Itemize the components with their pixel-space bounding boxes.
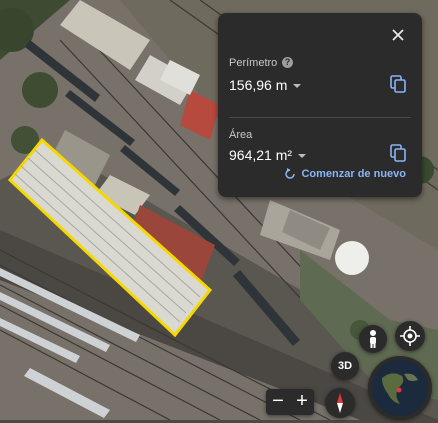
perimeter-value-text: 156,96 m: [229, 77, 288, 93]
help-icon[interactable]: ?: [282, 57, 293, 68]
area-value-text: 964,21 m²: [229, 147, 293, 163]
area-label: Área: [229, 129, 253, 141]
perimeter-label: Perímetro: [229, 57, 278, 69]
globe-button[interactable]: [368, 356, 432, 420]
globe-icon: [372, 360, 428, 416]
zoom-control: − +: [266, 389, 314, 415]
copy-icon[interactable]: [390, 75, 406, 93]
restart-button[interactable]: Comenzar de nuevo: [284, 168, 406, 180]
street-view-button[interactable]: [359, 325, 387, 353]
divider: [229, 117, 411, 118]
compass-icon: [337, 393, 343, 413]
zoom-out-button[interactable]: −: [266, 389, 290, 415]
measure-panel: Perímetro ? 156,96 m Área 964,21 m² Come…: [218, 13, 422, 197]
zoom-in-button[interactable]: +: [290, 389, 314, 415]
restart-icon: [285, 168, 296, 179]
pegman-icon: [370, 330, 376, 348]
restart-label: Comenzar de nuevo: [301, 168, 406, 180]
compass-button[interactable]: [325, 388, 355, 418]
chevron-down-icon[interactable]: [298, 154, 307, 159]
close-icon[interactable]: [388, 25, 408, 45]
locate-icon: [400, 326, 420, 346]
locate-button[interactable]: [395, 321, 425, 351]
chevron-down-icon[interactable]: [293, 84, 302, 89]
perimeter-value[interactable]: 156,96 m: [229, 77, 302, 93]
copy-icon[interactable]: [390, 144, 406, 162]
area-value[interactable]: 964,21 m²: [229, 147, 307, 163]
3d-toggle-button[interactable]: 3D: [331, 352, 359, 380]
